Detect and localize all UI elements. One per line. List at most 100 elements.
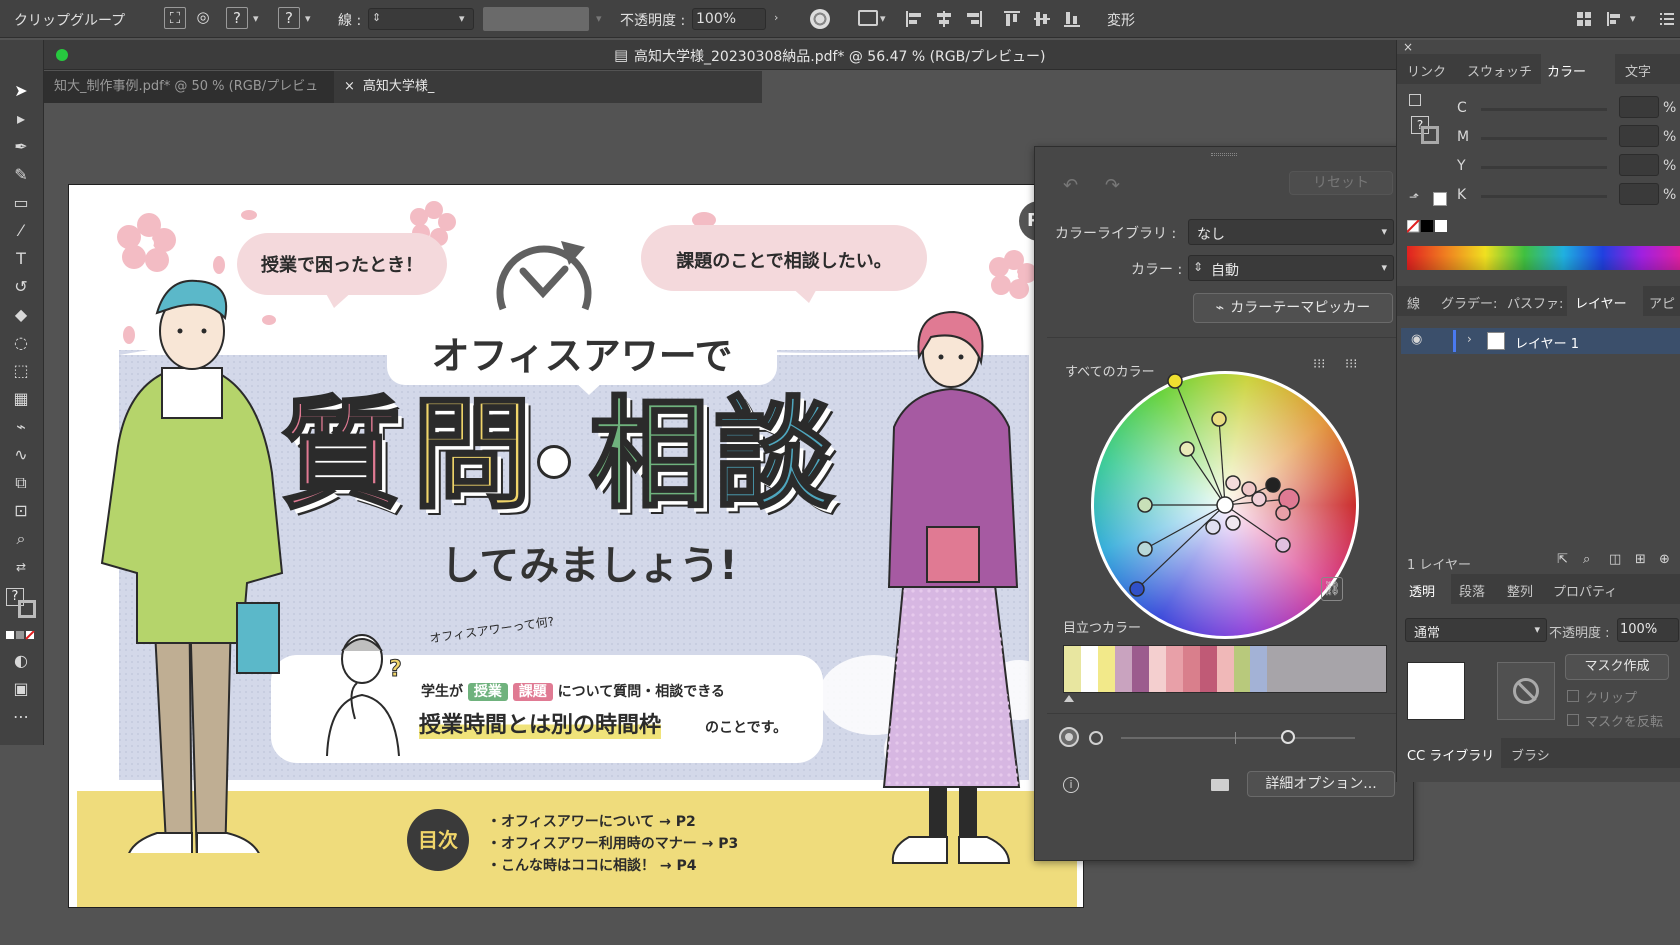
prominent-color-swatch[interactable]: [1267, 646, 1387, 692]
stroke-color-icon[interactable]: [1421, 126, 1439, 144]
arrange-icon[interactable]: [1576, 11, 1592, 27]
clipping-mask-icon[interactable]: ◫: [1609, 552, 1621, 567]
chevron-right-icon[interactable]: ›: [774, 11, 778, 24]
close-panel-icon[interactable]: ×: [1403, 40, 1413, 54]
curvature-tool-icon[interactable]: ✎: [10, 164, 32, 186]
layer-row[interactable]: ◉ › レイヤー 1: [1401, 328, 1680, 354]
redo-icon[interactable]: ↷: [1105, 175, 1120, 196]
transform-link[interactable]: 変形: [1107, 10, 1135, 30]
tab-layers[interactable]: レイヤー: [1575, 293, 1627, 312]
locate-object-icon[interactable]: ⇱: [1557, 552, 1568, 567]
reset-button[interactable]: リセット: [1289, 171, 1393, 195]
clip-icon[interactable]: ⛶: [164, 7, 186, 29]
invert-mask-checkbox[interactable]: [1567, 714, 1579, 726]
tab-paragraph[interactable]: 段落: [1459, 581, 1485, 600]
prominent-color-swatch[interactable]: [1064, 646, 1081, 692]
new-layer-icon[interactable]: ⊕: [1659, 552, 1670, 567]
prominent-colors-bar[interactable]: [1063, 645, 1387, 693]
tab-document-1[interactable]: 知大_制作事例.pdf* @ 50 % (RGB/プレビュー): [44, 71, 330, 126]
brightness-slider-handle[interactable]: [1281, 730, 1295, 744]
prominent-color-swatch[interactable]: [1233, 646, 1251, 692]
artboard-tool-icon[interactable]: ⊡: [10, 500, 32, 522]
cmyk-input-c[interactable]: [1619, 96, 1659, 118]
prominent-color-swatch[interactable]: [1148, 646, 1166, 692]
screen-mode-icon[interactable]: ▣: [10, 678, 32, 700]
stepper-icon[interactable]: ⇕: [372, 11, 381, 24]
color-wheel-markers[interactable]: [1091, 371, 1359, 639]
prominent-color-swatch[interactable]: [1199, 646, 1217, 692]
align-right-icon[interactable]: [964, 9, 984, 29]
color-mode-icons[interactable]: [6, 630, 36, 640]
recolor-icon[interactable]: [810, 9, 830, 29]
blend-mode-select[interactable]: 通常 ▾: [1405, 618, 1547, 642]
tab-pathfinder[interactable]: パスファ:: [1507, 293, 1563, 312]
advanced-options-button[interactable]: 詳細オプション...: [1247, 771, 1395, 797]
global-edit-icon[interactable]: [858, 10, 878, 26]
cmyk-input-y[interactable]: [1619, 154, 1659, 176]
library-select[interactable]: なし ▾: [1188, 219, 1394, 245]
prominent-color-swatch[interactable]: [1080, 646, 1098, 692]
wheel-view-icon[interactable]: [1059, 727, 1079, 747]
type-tool-icon[interactable]: T: [10, 248, 32, 270]
cmyk-slider-c[interactable]: [1481, 108, 1607, 111]
chevron-down-icon[interactable]: ▾: [459, 12, 465, 25]
prominent-color-swatch[interactable]: [1216, 646, 1234, 692]
align-left-icon[interactable]: [904, 9, 924, 29]
rotate-tool-icon[interactable]: ↺: [10, 276, 32, 298]
clip-checkbox[interactable]: [1567, 690, 1579, 702]
link-icon[interactable]: ⛓: [1321, 577, 1343, 601]
stroke-unknown-icon[interactable]: ?: [278, 7, 300, 29]
zoom-tool-icon[interactable]: ⌕: [10, 528, 32, 550]
blend-tool-icon[interactable]: ∿: [10, 444, 32, 466]
color-theme-picker-button[interactable]: ⌁ カラーテーマピッカー: [1193, 293, 1393, 323]
target-icon[interactable]: ◎: [192, 7, 214, 29]
tab-properties[interactable]: プロパティ: [1553, 581, 1617, 600]
color-select[interactable]: ⇕ 自動 ▾: [1188, 255, 1394, 281]
fill-unknown-icon[interactable]: ?: [226, 7, 248, 29]
none-black-white-swatches[interactable]: [1407, 220, 1459, 234]
tab-brushes[interactable]: ブラシ: [1511, 745, 1550, 764]
gradient-tool-icon[interactable]: ▦: [10, 388, 32, 410]
tab-appearance[interactable]: アピ: [1649, 293, 1675, 312]
out-of-gamut-icon[interactable]: ⬏: [1409, 190, 1419, 204]
white-swatch-icon[interactable]: [1433, 192, 1447, 206]
eye-icon[interactable]: ◉: [1411, 332, 1422, 347]
new-sublayer-icon[interactable]: ⊞: [1635, 552, 1646, 567]
cmyk-slider-m[interactable]: [1481, 137, 1607, 140]
search-icon[interactable]: ⌕: [1583, 552, 1590, 567]
artboard[interactable]: 授業で困ったとき！ 課題のことで相談したい。 オフィスアワーで 質 問 ・ 相 …: [68, 184, 1084, 908]
tab-transparency[interactable]: 透明: [1409, 581, 1435, 600]
eyedropper-tool-icon[interactable]: ⌁: [10, 416, 32, 438]
panel-grip[interactable]: [1211, 153, 1237, 156]
panel-menu-icon[interactable]: [1660, 12, 1674, 26]
align-middle-icon[interactable]: [1032, 9, 1052, 29]
prominent-color-swatch[interactable]: [1250, 646, 1268, 692]
chevron-down-icon[interactable]: ▾: [253, 12, 259, 25]
shape-builder-tool-icon[interactable]: ⧉: [10, 472, 32, 494]
tab-cc-libraries[interactable]: CC ライブラリ: [1407, 745, 1494, 764]
default-colors-icon[interactable]: [1409, 94, 1421, 106]
chevron-down-icon[interactable]: ▾: [1630, 12, 1636, 25]
pen-tool-icon[interactable]: ✒: [10, 136, 32, 158]
tab-align[interactable]: 整列: [1507, 581, 1533, 600]
tab-swatches[interactable]: スウォッチ: [1467, 61, 1532, 80]
cmyk-input-m[interactable]: [1619, 125, 1659, 147]
undo-icon[interactable]: ↶: [1063, 175, 1078, 196]
draw-mode-icon[interactable]: ◐: [10, 650, 32, 672]
free-transform-tool-icon[interactable]: ⬚: [10, 360, 32, 382]
tab-links[interactable]: リンク: [1407, 61, 1446, 80]
cmyk-input-k[interactable]: [1619, 183, 1659, 205]
chevron-right-icon[interactable]: ›: [1467, 332, 1472, 346]
chevron-down-icon[interactable]: ▾: [880, 12, 886, 25]
more-tools-icon[interactable]: ⋯: [10, 706, 32, 728]
unlink-harmony-icon[interactable]: ⁝⁝⁝: [1345, 357, 1357, 372]
brush-definition-field[interactable]: [483, 7, 589, 31]
selection-tool-icon[interactable]: ➤: [10, 80, 32, 102]
tab-gradient[interactable]: グラデー:: [1441, 293, 1497, 312]
stroke-swatch-icon[interactable]: [18, 600, 36, 618]
tab-document-2[interactable]: × 高知大学様_: [334, 71, 762, 103]
cmyk-slider-k[interactable]: [1481, 195, 1607, 198]
align-bottom-icon[interactable]: [1062, 9, 1082, 29]
transparency-opacity-field[interactable]: 100%: [1617, 618, 1679, 642]
prominent-slider-handle[interactable]: [1064, 695, 1074, 702]
